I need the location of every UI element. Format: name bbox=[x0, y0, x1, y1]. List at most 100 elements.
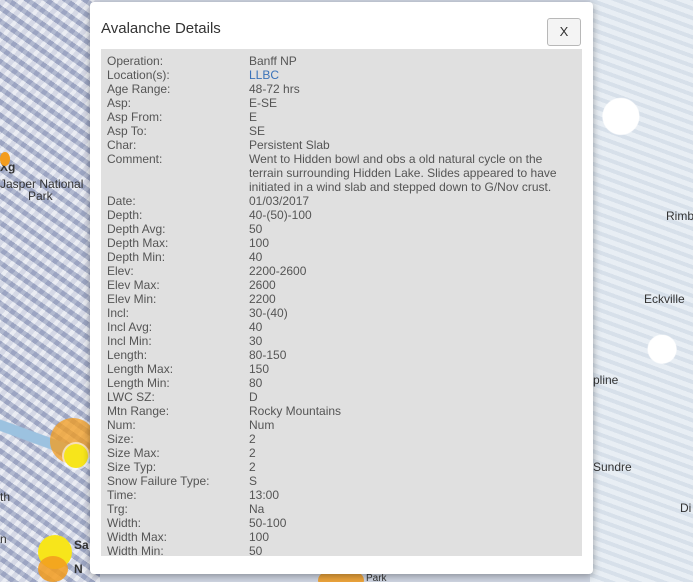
detail-key: LWC SZ: bbox=[107, 390, 155, 404]
detail-row: Length Min: 80 bbox=[101, 376, 582, 390]
detail-value: Went to Hidden bowl and obs a old natura… bbox=[249, 152, 557, 194]
detail-value: 50 bbox=[249, 544, 263, 556]
detail-value: Na bbox=[249, 502, 265, 516]
detail-row: Width: 50-100 bbox=[101, 516, 582, 530]
detail-key: Num: bbox=[107, 418, 136, 432]
detail-key: Length: bbox=[107, 348, 148, 362]
detail-row: Length: 80-150 bbox=[101, 348, 582, 362]
map-label: Sundre bbox=[593, 460, 632, 474]
detail-row: Comment: Went to Hidden bowl and obs a ol… bbox=[101, 152, 582, 194]
detail-row: Size Max: 2 bbox=[101, 446, 582, 460]
details-list: Operation: Banff NP Location(s): LLBC Age Ra… bbox=[101, 49, 582, 556]
detail-key: Mtn Range: bbox=[107, 404, 170, 418]
detail-key: Length Min: bbox=[107, 376, 170, 390]
avalanche-details-modal: Avalanche Details X Operation: Banff NP Lo… bbox=[90, 2, 593, 574]
detail-key: Age Range: bbox=[107, 82, 171, 96]
detail-row: Incl Min: 30 bbox=[101, 334, 582, 348]
detail-value: 13:00 bbox=[249, 488, 280, 502]
detail-value: 2 bbox=[249, 460, 256, 474]
detail-key: Operation: bbox=[107, 54, 164, 68]
map-terrain bbox=[0, 0, 100, 582]
detail-key: Width: bbox=[107, 516, 142, 530]
avalanche-marker[interactable] bbox=[38, 556, 68, 582]
detail-key: Depth Avg: bbox=[107, 222, 166, 236]
modal-title: Avalanche Details bbox=[101, 20, 221, 37]
detail-value: E bbox=[249, 110, 258, 124]
detail-key: Size: bbox=[107, 432, 134, 446]
detail-value: 50-100 bbox=[249, 516, 287, 530]
detail-row: Char: Persistent Slab bbox=[101, 138, 582, 152]
detail-row: Operation: Banff NP bbox=[101, 54, 582, 68]
detail-key: Size Max: bbox=[107, 446, 160, 460]
detail-value: 2 bbox=[249, 446, 256, 460]
detail-row: LWC SZ: D bbox=[101, 390, 582, 404]
detail-value: 80 bbox=[249, 376, 263, 390]
detail-value: Persistent Slab bbox=[249, 138, 330, 152]
detail-key: Comment: bbox=[107, 152, 163, 166]
detail-row: Location(s): LLBC bbox=[101, 68, 582, 82]
detail-value: SE bbox=[249, 124, 266, 138]
detail-row: Date: 01/03/2017 bbox=[101, 194, 582, 208]
detail-row: Size Typ: 2 bbox=[101, 460, 582, 474]
detail-value: 30 bbox=[249, 334, 263, 348]
detail-key: Snow Failure Type: bbox=[107, 474, 210, 488]
detail-value: 30-(40) bbox=[249, 306, 288, 320]
map-label: Park bbox=[366, 573, 387, 582]
detail-value: 2600 bbox=[249, 278, 276, 292]
detail-key: Asp To: bbox=[107, 124, 147, 138]
detail-key: Trg: bbox=[107, 502, 128, 516]
detail-row: Depth: 40-(50)-100 bbox=[101, 208, 582, 222]
detail-row: Elev: 2200-2600 bbox=[101, 264, 582, 278]
detail-key: Asp: bbox=[107, 96, 132, 110]
detail-row: Depth Min: 40 bbox=[101, 250, 582, 264]
detail-value: 01/03/2017 bbox=[249, 194, 310, 208]
avalanche-marker[interactable] bbox=[64, 444, 88, 468]
detail-value: Banff NP bbox=[249, 54, 297, 68]
avalanche-marker[interactable] bbox=[0, 152, 10, 166]
detail-row: Length Max: 150 bbox=[101, 362, 582, 376]
detail-key: Incl Min: bbox=[107, 334, 152, 348]
detail-row: Trg: Na bbox=[101, 502, 582, 516]
detail-row: Snow Failure Type: S bbox=[101, 474, 582, 488]
location-link[interactable]: LLBC bbox=[249, 68, 569, 82]
detail-key: Elev: bbox=[107, 264, 134, 278]
detail-row: Size: 2 bbox=[101, 432, 582, 446]
detail-row: Num: Num bbox=[101, 418, 582, 432]
map-label: Sa bbox=[74, 538, 89, 552]
map-label: N bbox=[74, 562, 83, 576]
detail-value: 150 bbox=[249, 362, 270, 376]
detail-value: S bbox=[249, 474, 258, 488]
map-label: Park bbox=[28, 189, 53, 203]
detail-value: 2200 bbox=[249, 292, 276, 306]
map-label: pline bbox=[593, 373, 619, 387]
detail-key: Width Min: bbox=[107, 544, 164, 556]
detail-row: Incl: 30-(40) bbox=[101, 306, 582, 320]
detail-row: Depth Avg: 50 bbox=[101, 222, 582, 236]
detail-row: Age Range: 48-72 hrs bbox=[101, 82, 582, 96]
detail-key: Depth: bbox=[107, 208, 143, 222]
detail-value: 100 bbox=[249, 236, 270, 250]
map-label: Di bbox=[680, 501, 692, 515]
detail-key: Incl: bbox=[107, 306, 130, 320]
detail-value: D bbox=[249, 390, 258, 404]
detail-value: 100 bbox=[249, 530, 270, 544]
detail-row: Asp To: SE bbox=[101, 124, 582, 138]
detail-row: Elev Max: 2600 bbox=[101, 278, 582, 292]
detail-key: Char: bbox=[107, 138, 137, 152]
detail-key: Incl Avg: bbox=[107, 320, 153, 334]
detail-value: 2200-2600 bbox=[249, 264, 307, 278]
detail-key: Asp From: bbox=[107, 110, 163, 124]
detail-value: E-SE bbox=[249, 96, 278, 110]
detail-key: Length Max: bbox=[107, 362, 174, 376]
detail-value: 48-72 hrs bbox=[249, 82, 300, 96]
detail-row: Elev Min: 2200 bbox=[101, 292, 582, 306]
detail-row: Incl Avg: 40 bbox=[101, 320, 582, 334]
map-label: th bbox=[0, 490, 11, 504]
detail-value: Num bbox=[249, 418, 275, 432]
close-button[interactable]: X bbox=[547, 18, 581, 46]
detail-key: Width Max: bbox=[107, 530, 168, 544]
detail-row: Depth Max: 100 bbox=[101, 236, 582, 250]
detail-value: 40 bbox=[249, 320, 263, 334]
detail-row: Asp From: E bbox=[101, 110, 582, 124]
detail-row: Time: 13:00 bbox=[101, 488, 582, 502]
